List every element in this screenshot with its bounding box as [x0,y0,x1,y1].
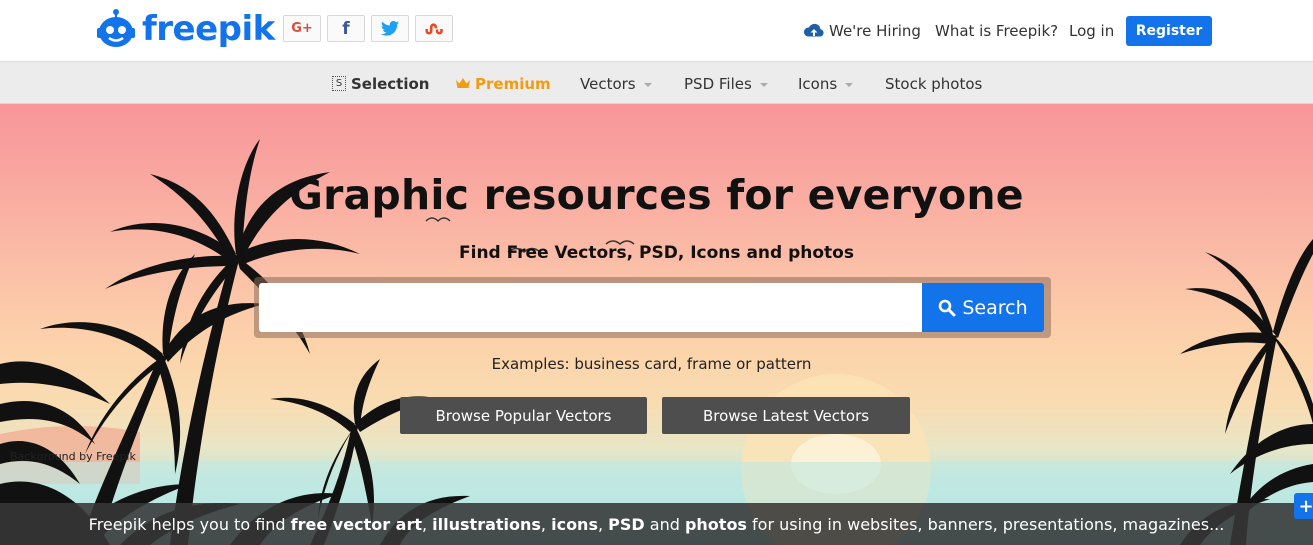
top-header: freepik G+ f We're Hiring What is Freepi… [0,0,1313,61]
nav-vectors[interactable]: Vectors [580,62,652,105]
info-sep-4: and [644,514,685,534]
nav-premium-label: Premium [475,74,551,93]
nav-stock-photos[interactable]: Stock photos [885,62,982,105]
nav-psd-files[interactable]: PSD Files [684,62,768,105]
info-link-vector-art[interactable]: free vector art [291,515,422,534]
background-credit[interactable]: Background by Freepik [10,450,136,463]
search-button[interactable]: Search [922,283,1044,332]
selection-icon: S [332,76,346,91]
twitter-icon [381,21,399,36]
nav-icons[interactable]: Icons [798,62,854,105]
search-button-label: Search [962,296,1028,319]
browse-latest-button[interactable]: Browse Latest Vectors [662,397,910,434]
twitter-button[interactable] [371,15,409,42]
search-bar: Search [254,277,1051,338]
hero-title: Graphic resources for everyone [289,171,1024,219]
info-sep-3: , [597,514,609,534]
google-plus-icon: G+ [291,21,313,36]
login-link[interactable]: Log in [1069,16,1114,46]
hiring-label: We're Hiring [829,22,921,40]
nav-premium[interactable]: Premium [456,62,551,105]
info-text-2: for using in websites, banners, presenta… [746,514,1225,534]
crown-icon [456,78,470,88]
info-link-psd[interactable]: PSD [608,515,645,534]
freepik-mascot-icon [97,9,135,47]
chevron-down-icon [759,82,768,87]
hero-subtitle: Find Free Vectors, PSD, Icons and photos [459,243,854,263]
plus-icon[interactable]: + [1294,493,1313,519]
what-is-freepik-link[interactable]: What is Freepik? [935,16,1058,46]
hero-banner: Graphic resources for everyone Find Free… [0,104,1313,545]
nav-selection[interactable]: S Selection [332,62,429,105]
info-sep-2: , [540,514,552,534]
google-plus-button[interactable]: G+ [283,15,321,42]
logo-text: freepik [142,9,275,49]
cloud-upload-icon [803,23,824,37]
info-link-illustrations[interactable]: illustrations [432,515,541,534]
nav-psd-label: PSD Files [684,74,752,93]
info-bar: Freepik helps you to find free vector ar… [0,503,1313,545]
nav-selection-label: Selection [351,74,430,93]
chevron-down-icon [845,82,854,87]
freepik-logo[interactable]: freepik [96,6,275,52]
stumbleupon-button[interactable] [415,15,453,42]
nav-vectors-label: Vectors [580,74,636,93]
search-examples: Examples: business card, frame or patter… [491,355,812,373]
info-text-1: Freepik helps you to find [88,514,291,534]
search-input[interactable] [259,283,922,332]
nav-icons-label: Icons [798,74,838,93]
stumbleupon-icon [425,23,443,35]
info-sep-1: , [422,514,433,534]
hiring-link[interactable]: We're Hiring [803,16,921,46]
facebook-icon: f [342,18,350,39]
browse-popular-button[interactable]: Browse Popular Vectors [400,397,647,434]
facebook-button[interactable]: f [327,15,365,42]
info-link-icons[interactable]: icons [551,515,598,534]
category-nav: S Selection Premium Vectors PSD Files Ic… [0,61,1313,104]
chevron-down-icon [643,82,652,87]
search-icon [939,299,956,316]
info-link-photos[interactable]: photos [685,515,747,534]
register-button[interactable]: Register [1126,16,1212,46]
